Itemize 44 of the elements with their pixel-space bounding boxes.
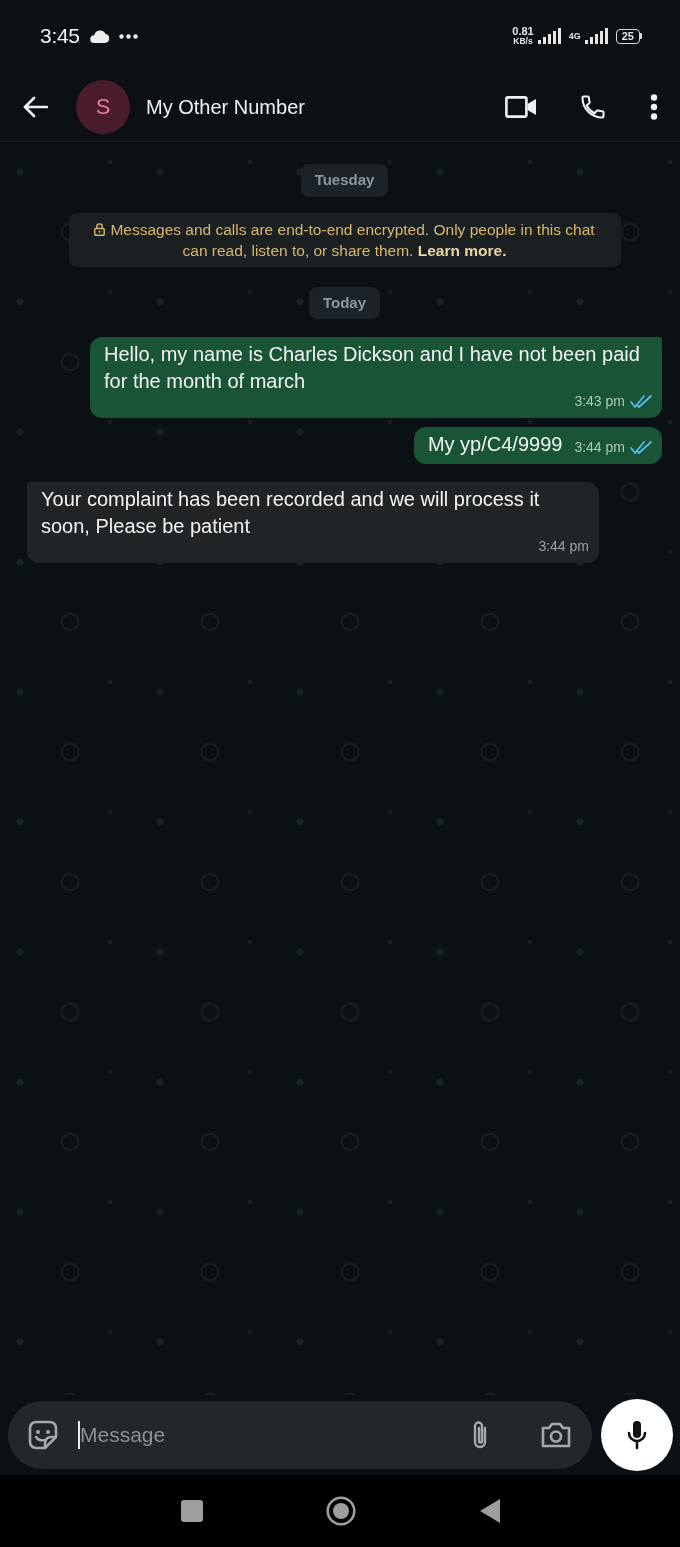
kebab-menu-icon <box>650 93 658 120</box>
signal-icon <box>537 28 563 44</box>
triangle-icon <box>479 1499 500 1523</box>
video-camera-icon <box>505 95 537 118</box>
network-type: 4G <box>568 31 581 41</box>
back-button[interactable] <box>22 95 48 118</box>
recent-apps-button[interactable] <box>180 1500 203 1522</box>
phone-icon <box>579 92 607 121</box>
message-text: My yp/C4/9999 <box>427 432 563 457</box>
learn-more-link[interactable]: Learn more. <box>417 241 507 259</box>
date-label: Today <box>308 286 381 319</box>
message-input[interactable]: Message <box>80 1418 470 1452</box>
microphone-icon <box>627 1420 647 1450</box>
more-notifications-icon <box>118 33 138 39</box>
video-call-button[interactable] <box>505 95 537 118</box>
camera-button[interactable] <box>540 1421 572 1449</box>
voice-call-button[interactable] <box>579 92 607 121</box>
lock-icon <box>94 222 106 236</box>
encryption-notice-text: Messages and calls are end-to-end encrypted. Only people in this chat can read, listen to, or share them. Learn more. <box>82 218 607 261</box>
contact-name[interactable]: My Other Number <box>146 91 305 122</box>
date-label: Tuesday <box>300 164 389 197</box>
back-arrow-icon <box>22 95 48 118</box>
message-time: 3:44 pm <box>574 438 625 457</box>
network-speed: 0.81 <box>512 26 534 38</box>
back-nav-button[interactable] <box>479 1499 500 1523</box>
message-text: Your complaint has been recorded and we will process it soon, Please be patient <box>41 487 541 539</box>
battery-indicator: 25 <box>615 28 642 44</box>
text-cursor-icon <box>78 1421 80 1449</box>
signal-icon <box>582 28 610 44</box>
status-time: 3:45 <box>40 23 80 50</box>
contact-avatar[interactable]: S <box>76 79 130 134</box>
home-button[interactable] <box>325 1496 356 1526</box>
message-time: 3:43 pm <box>574 392 625 411</box>
sticker-icon <box>28 1420 58 1450</box>
message-field[interactable]: Message <box>8 1401 592 1469</box>
speed-unit: KB/s <box>513 37 533 46</box>
circle-icon <box>325 1496 356 1526</box>
sticker-button[interactable] <box>28 1420 58 1450</box>
message-time: 3:44 pm <box>538 537 589 556</box>
camera-icon <box>540 1421 572 1449</box>
menu-button[interactable] <box>650 93 658 120</box>
message-text: Hello, my name is Charles Dickson and I have not been paid for the month of march <box>104 342 641 394</box>
square-icon <box>180 1500 203 1522</box>
cloud-icon <box>88 29 110 43</box>
